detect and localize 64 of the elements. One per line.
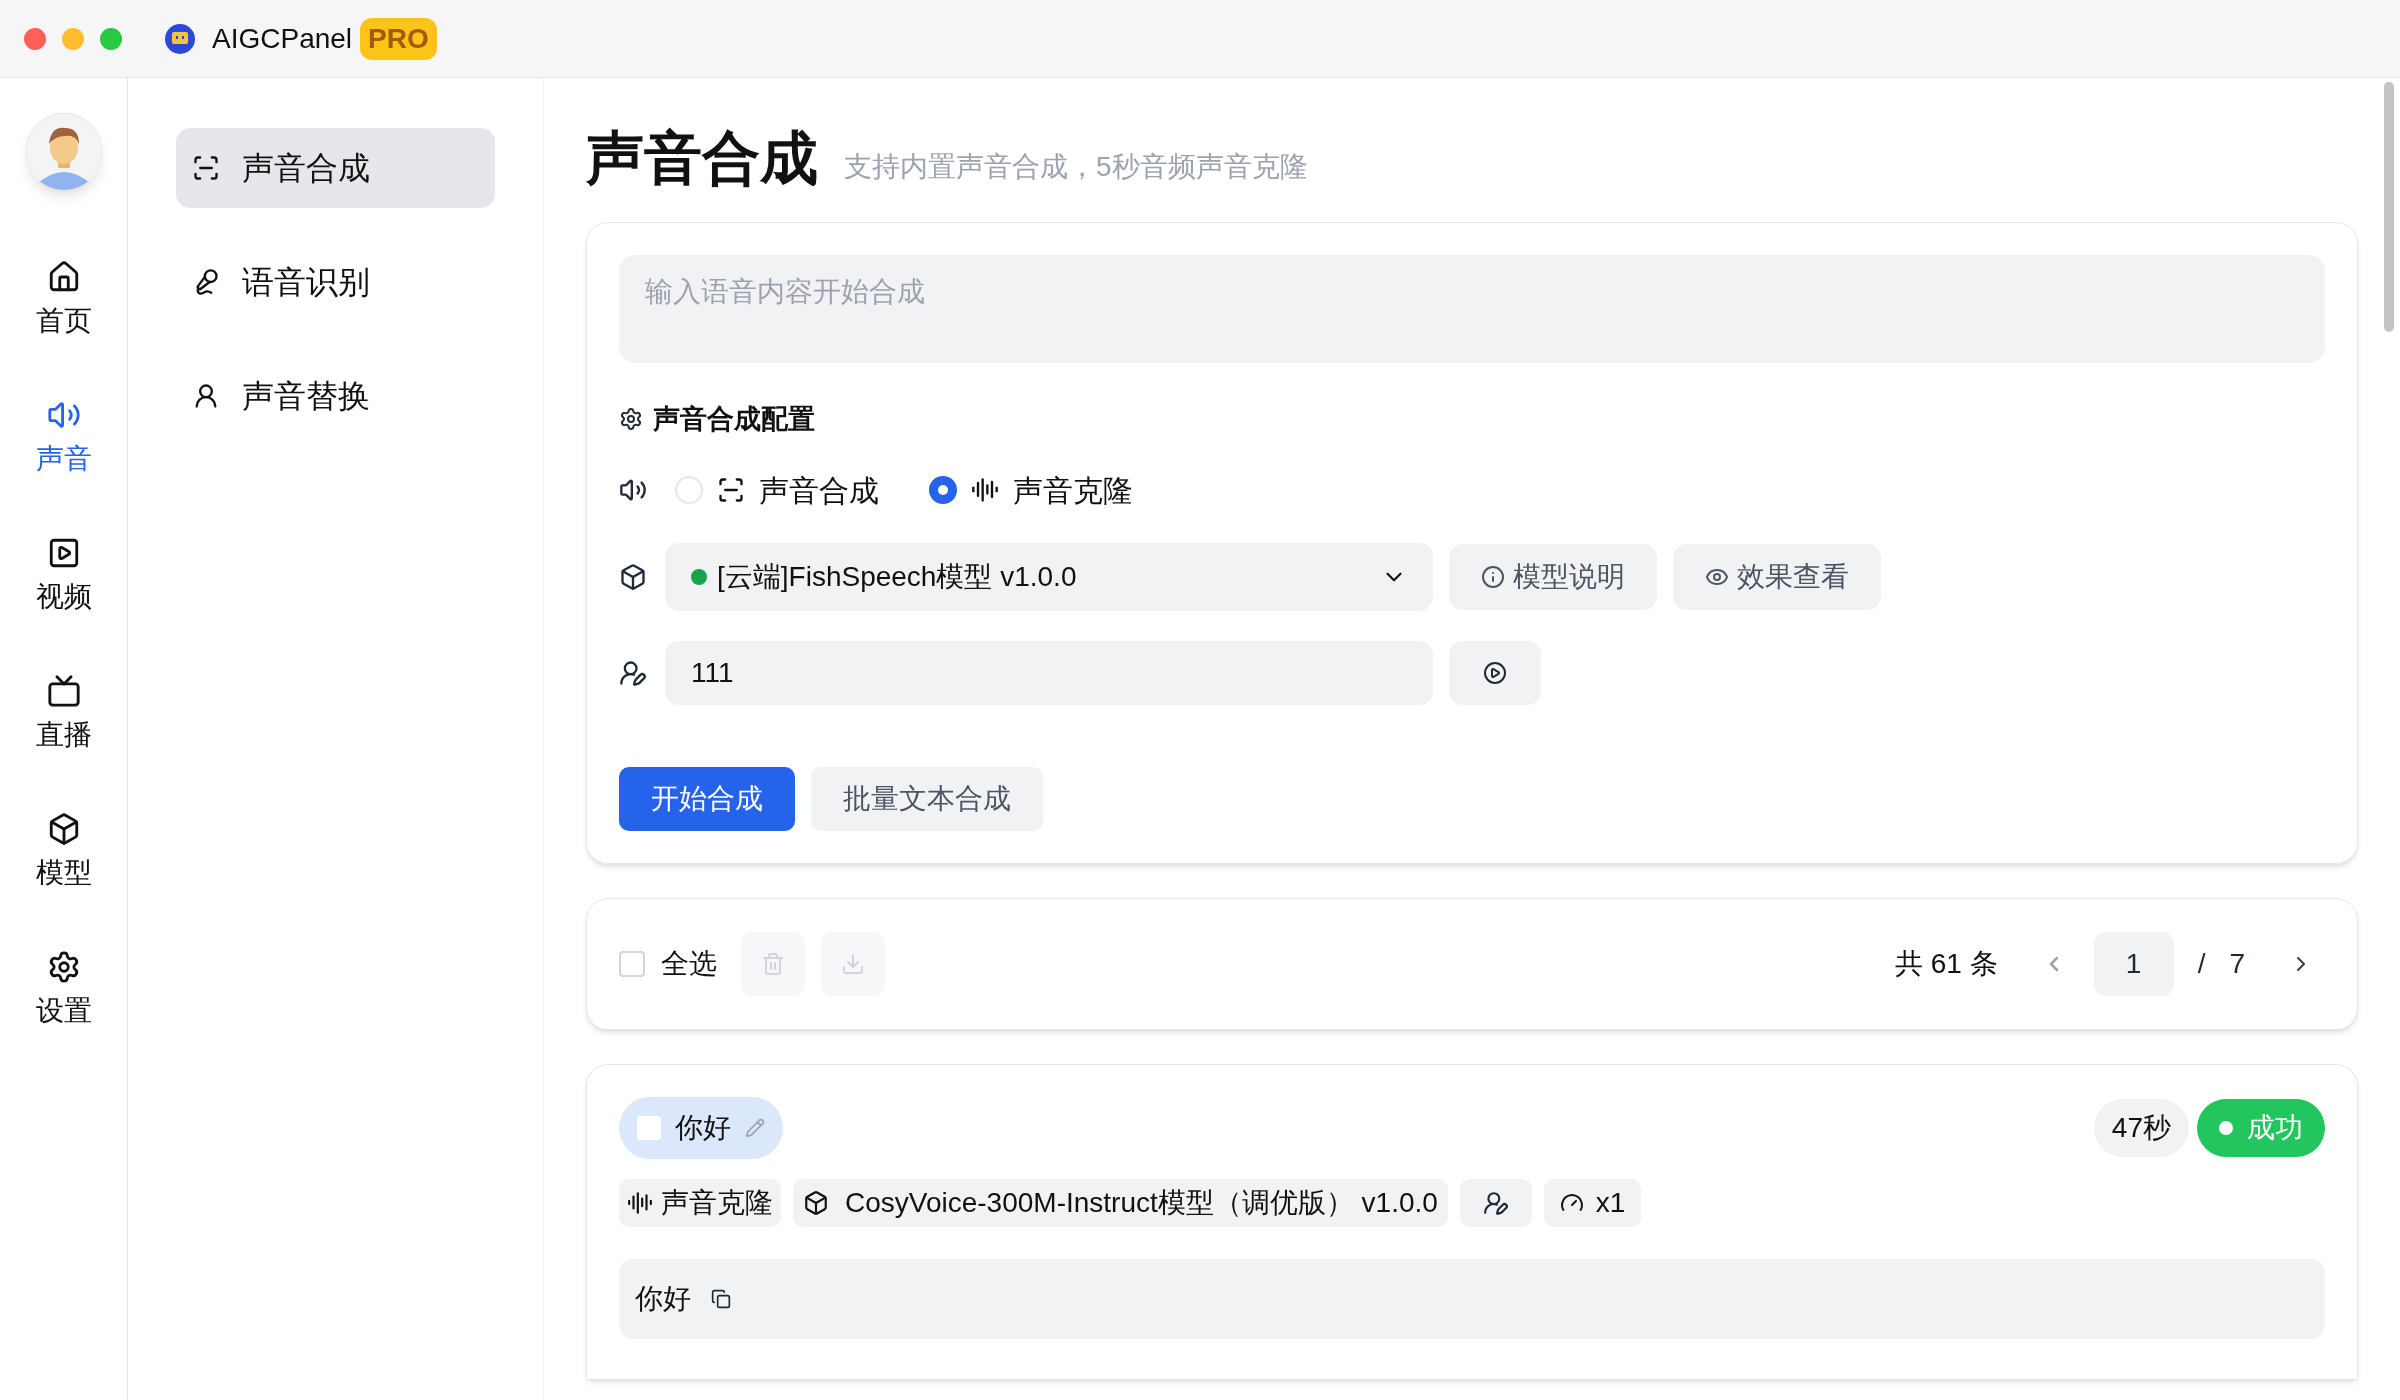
rail-nav-item[interactable]: 直播	[35, 674, 92, 756]
start-button[interactable]: 开始合成	[619, 766, 795, 831]
pro-badge: PRO	[360, 17, 437, 60]
record-title: 你好	[675, 1110, 731, 1145]
download-icon	[841, 951, 865, 976]
radio-icon[interactable]	[929, 476, 957, 504]
page-field[interactable]: 1	[2093, 931, 2174, 996]
rail-nav-item[interactable]: 视频	[35, 536, 92, 618]
voice-icon	[619, 658, 647, 687]
voice-tag-icon	[1459, 1178, 1532, 1227]
mode-radio[interactable]: 声音克隆	[929, 467, 1133, 513]
nav-icon	[192, 154, 220, 182]
speed-tag: x1	[1543, 1178, 1642, 1227]
sub-nav-item[interactable]: 声音替换	[176, 356, 495, 436]
rail-nav-item[interactable]: 模型	[35, 812, 92, 894]
page-title: 声音合成	[586, 124, 818, 192]
window-title: AIGCPanel	[212, 21, 353, 56]
info-icon	[1481, 564, 1505, 589]
config-heading: 声音合成配置	[653, 403, 815, 436]
copy-icon[interactable]	[711, 1288, 731, 1309]
download-button[interactable]	[821, 931, 885, 996]
record-checkbox[interactable]	[637, 1115, 661, 1140]
rail-nav-item[interactable]: 首页	[35, 260, 92, 342]
select-all-checkbox[interactable]	[619, 950, 645, 977]
mode-icon	[717, 476, 745, 504]
close-window-icon[interactable]	[24, 27, 46, 50]
status-badge: 成功	[2197, 1098, 2325, 1157]
model-action-button[interactable]: 模型说明	[1449, 543, 1657, 610]
mode-tag: 声音克隆	[619, 1178, 781, 1227]
model-icon	[803, 1189, 829, 1216]
scrollbar-thumb[interactable]	[2384, 82, 2394, 332]
total-count: 共 61 条	[1894, 946, 1998, 981]
page-count: 7	[2229, 946, 2245, 981]
model-select[interactable]: [云端]FishSpeech模型 v1.0.0	[665, 542, 1433, 611]
nav-icon	[46, 674, 81, 708]
sub-nav-item[interactable]: 声音合成	[176, 128, 495, 208]
model-action-button[interactable]: 效果查看	[1673, 543, 1881, 610]
record-text: 你好	[635, 1281, 691, 1316]
play-button[interactable]	[1449, 640, 1541, 705]
duration-badge: 47秒	[2093, 1098, 2189, 1157]
model-tag: CosyVoice-300M-Instruct模型（调优版） v1.0.0	[793, 1178, 1448, 1227]
page-subtitle: 支持内置声音合成，5秒音频声音克隆	[844, 150, 1308, 184]
settings-icon	[619, 407, 643, 432]
sub-nav-item[interactable]: 语音识别	[176, 242, 495, 322]
page-separator: /	[2197, 946, 2206, 981]
select-all-label: 全选	[661, 946, 717, 981]
delete-button[interactable]	[741, 931, 805, 996]
mode-icon	[971, 476, 999, 504]
batch-button[interactable]: 批量文本合成	[811, 766, 1043, 831]
radio-icon[interactable]	[675, 476, 703, 504]
play-icon	[1483, 660, 1507, 685]
minimize-window-icon[interactable]	[62, 27, 84, 50]
text-input-field[interactable]: 输入语音内容开始合成	[619, 255, 2325, 363]
voice-field[interactable]: 111	[665, 640, 1433, 705]
mode-radio[interactable]: 声音合成	[675, 467, 879, 513]
rail-nav-item[interactable]: 声音	[35, 398, 92, 480]
rail-nav-item[interactable]: 设置	[35, 950, 92, 1032]
model-icon	[619, 562, 647, 591]
maximize-window-icon[interactable]	[100, 27, 122, 50]
clone-icon	[627, 1189, 653, 1216]
app-logo-icon	[164, 22, 196, 55]
edit-icon[interactable]	[745, 1117, 765, 1138]
trash-icon	[761, 951, 785, 976]
avatar-icon[interactable]	[24, 112, 103, 190]
